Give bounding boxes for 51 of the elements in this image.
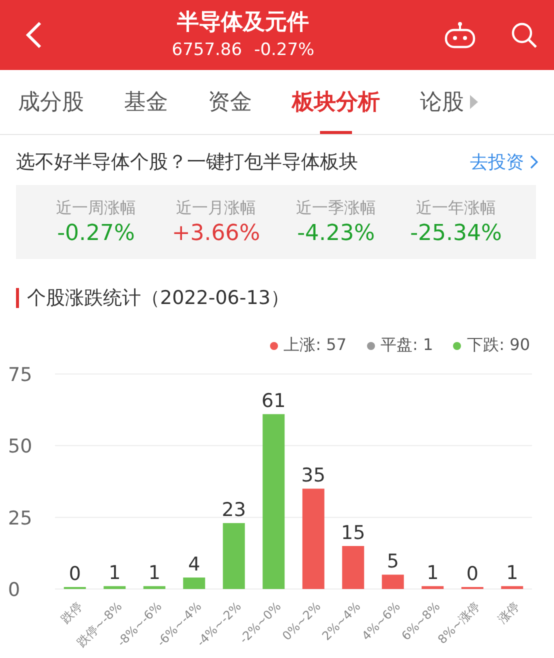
back-icon[interactable] [26, 21, 42, 49]
tab[interactable]: 基金 [124, 70, 168, 134]
data-label: 23 [222, 499, 246, 522]
axis-tick-label: 25 [8, 507, 32, 530]
data-label: 61 [262, 390, 286, 412]
stat-value: -4.23% [297, 221, 375, 246]
tab[interactable]: 板块分析 [292, 70, 380, 134]
promo-text: 选不好半导体个股？一键打包半导体板块 [16, 150, 358, 175]
data-label: 1 [426, 562, 439, 584]
bar [183, 578, 206, 589]
data-label: 0 [466, 563, 478, 585]
data-label: 1 [108, 562, 121, 584]
category-label: 跌停 [58, 599, 85, 626]
tab[interactable]: 资金 [208, 70, 252, 134]
bar [143, 586, 166, 589]
legend-label: 下跌: 90 [467, 335, 530, 356]
section-title: 个股涨跌统计（2022-06-13） [27, 286, 290, 311]
search-icon[interactable] [510, 21, 538, 49]
axis-tick-label: 0 [8, 579, 20, 601]
axis-tick-label: 75 [8, 364, 32, 386]
data-label: 15 [341, 522, 366, 544]
data-label: 1 [148, 562, 160, 584]
data-label: 35 [301, 464, 326, 487]
stat-value: -0.27% [57, 221, 135, 246]
bar [342, 546, 364, 589]
stat-label: 近一月涨幅 [176, 198, 256, 219]
stat-label: 近一周涨幅 [56, 198, 136, 219]
page-title: 半导体及元件 [176, 9, 309, 37]
stat-value: +3.66% [172, 221, 260, 246]
index-price: 6757.86 [172, 39, 242, 62]
data-label: 0 [68, 563, 81, 585]
index-change: -0.27% [254, 39, 314, 62]
bar [222, 523, 245, 589]
data-label: 5 [386, 550, 399, 573]
axis-tick-label: 50 [8, 436, 32, 458]
data-label: 4 [188, 554, 200, 576]
legend-label: 上涨: 57 [284, 335, 346, 356]
legend-label: 平盘: 1 [380, 335, 434, 356]
chevron-right-icon [530, 155, 538, 169]
stat-label: 近一季涨幅 [296, 198, 376, 219]
data-label: 1 [506, 562, 518, 584]
stat-value: -25.34% [410, 221, 502, 246]
robot-icon[interactable] [444, 21, 476, 49]
bar [422, 586, 444, 589]
tab[interactable]: 成分股 [18, 70, 84, 134]
bar [501, 586, 524, 589]
bar [104, 586, 126, 589]
category-label: 涨停 [495, 599, 522, 626]
stat-label: 近一年涨幅 [416, 198, 496, 219]
tab[interactable]: 论股 [420, 70, 464, 134]
bar [382, 574, 404, 589]
